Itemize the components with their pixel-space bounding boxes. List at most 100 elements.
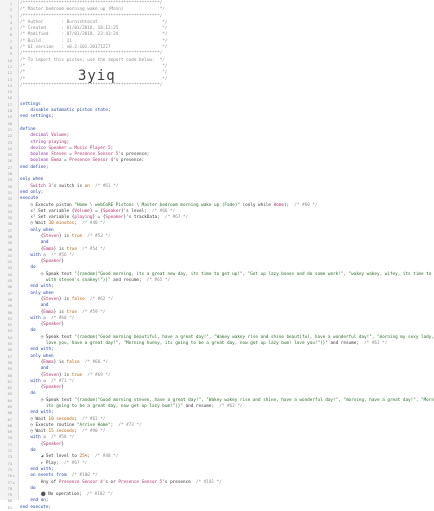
code-token: do (30, 448, 36, 454)
code-token: Volume (74, 208, 90, 214)
code-token: /***************************************… (20, 51, 163, 57)
code-token: No operation; (45, 492, 82, 498)
code-token: /* #69 */ (82, 372, 111, 378)
code-token: with (30, 315, 41, 321)
code-token: ; (51, 410, 54, 416)
code-token: /* #40 */ (76, 221, 106, 227)
code-token: /* #65 */ (141, 278, 171, 284)
code-token: { (20, 246, 44, 252)
code-token: "{random("Good morning, its a great new … (74, 271, 434, 277)
code-token: /* #90 */ (76, 429, 106, 435)
code-token: with (30, 252, 41, 258)
code-token: /***************************************… (20, 1, 163, 6)
code-token: Steven (43, 372, 59, 378)
code-token: boolean (30, 158, 49, 164)
code-token: ; (51, 347, 54, 353)
code-token: /* #53 */ (82, 233, 111, 239)
code-token: "{random("Good morning beautiful, have a… (74, 334, 434, 340)
code-token: and (40, 240, 49, 246)
code-editor[interactable]: 1/**************************************… (0, 0, 434, 510)
code-token: } is (53, 359, 67, 365)
code-token: ; (48, 504, 52, 510)
code-token: Emma (43, 309, 54, 315)
code-token: /* UI version : v0.2.101.20171227 */ (20, 45, 168, 51)
code-token: Switch 3 (30, 183, 52, 189)
code-token: /* #60 */ (289, 202, 318, 208)
code-token: love you, have a great day!", "Morning h… (45, 341, 328, 347)
code-token: } is (53, 309, 67, 315)
code-token: /* #59 */ (76, 309, 106, 315)
code-token: }'s level; (120, 208, 147, 214)
code-token: Speaker (102, 208, 121, 214)
code-token: ; (66, 133, 70, 139)
code-token: 10 seconds (48, 416, 75, 422)
code-token: with (30, 378, 41, 384)
code-lines: 1/**************************************… (0, 1, 434, 511)
code-token: Emma (43, 359, 54, 365)
code-token: ; (45, 164, 49, 170)
code-token: and resume; (182, 404, 215, 409)
code-token: { (20, 322, 44, 328)
code-token: /* To import this piston, use the import… (20, 57, 165, 63)
code-token: Wait (32, 221, 49, 227)
code-token: "Arrive Home" (76, 422, 111, 428)
code-token: /* #100 */ (66, 473, 98, 479)
code-token: only when (30, 353, 54, 359)
code-token: Set variable { (35, 215, 75, 221)
code-token: "Home \ webCoRE Pistons \ Master bedroom… (74, 202, 240, 208)
code-token: only when (30, 227, 54, 233)
code-token: Speak text (43, 334, 75, 340)
code-token: /* #71 */ (45, 378, 75, 384)
code-token: device (30, 145, 46, 151)
code-token: true (66, 246, 77, 252)
code-token: Steven (43, 296, 59, 302)
code-token: /* #66 */ (146, 208, 176, 214)
code-token: end settings (20, 114, 52, 120)
code-token: Presence Sensor 5 (74, 152, 119, 158)
code-token: 30 minutes (48, 221, 75, 227)
code-token: boolean (30, 152, 49, 158)
code-token: Play; (43, 460, 59, 466)
code-token: end only (20, 189, 41, 195)
code-token: end define (20, 164, 46, 170)
code-token: do (30, 328, 36, 334)
code-token: disable automatic piston state (30, 108, 108, 114)
code-token: Steven (43, 233, 59, 239)
code-token: define (20, 126, 36, 132)
code-token: end on (30, 498, 46, 504)
code-token: /* #67 */ (159, 215, 189, 221)
code-token: Set level to (43, 454, 80, 460)
code-token: and resume; (327, 341, 359, 347)
code-line[interactable]: 81 end execute; (0, 505, 434, 511)
code-token: false (71, 296, 85, 302)
import-code-ascii: 3yiq (78, 68, 116, 84)
code-token: ; (45, 498, 49, 504)
code-token: }'s trackData; (123, 215, 160, 221)
code-token: from (56, 473, 67, 479)
code-token: end with (30, 284, 52, 290)
code-token: Speaker (43, 259, 62, 265)
code-token: 's switch is (51, 183, 85, 189)
code-token: ; (40, 189, 44, 195)
